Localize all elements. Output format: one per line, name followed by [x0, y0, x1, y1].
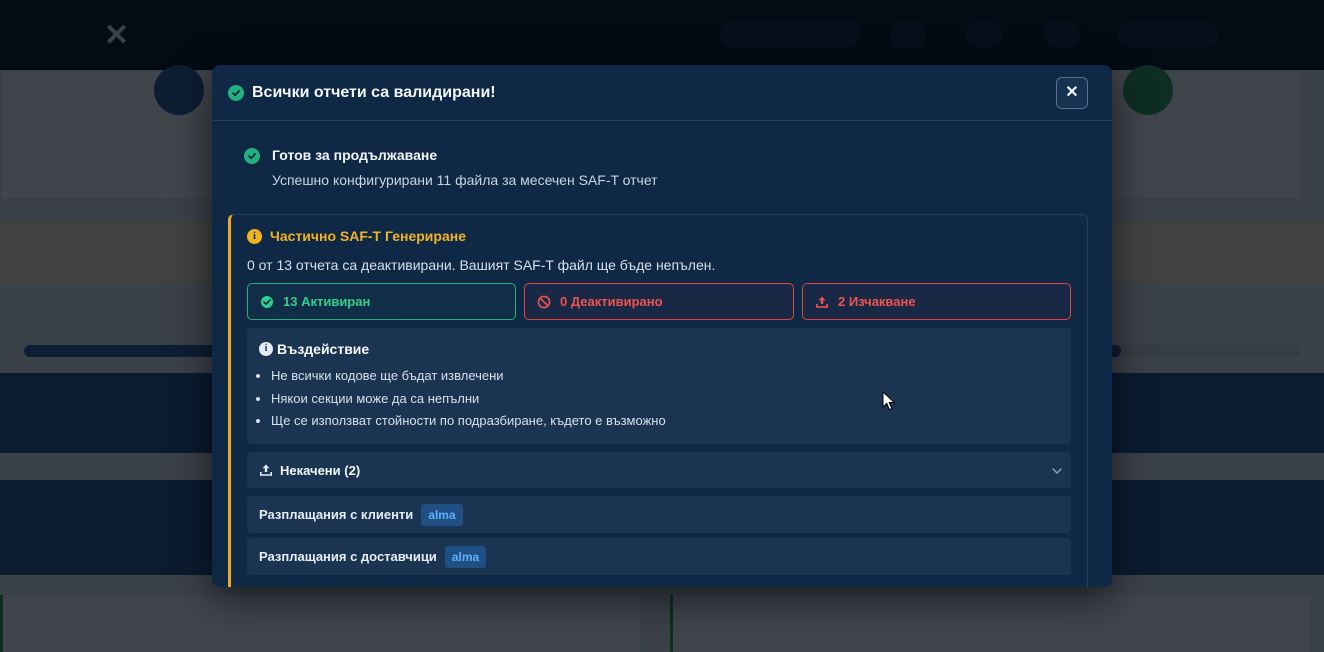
item-tag: alma — [444, 545, 487, 568]
not-uploaded-item: Разплащания с доставчици alma — [247, 538, 1071, 575]
pending-label: 2 Изчакване — [838, 294, 916, 309]
pending-status: 2 Изчакване — [802, 283, 1071, 320]
ready-subtitle: Успешно конфигурирани 11 файла за месече… — [272, 172, 658, 188]
activated-label: 13 Активиран — [283, 294, 371, 309]
mouse-cursor-icon — [882, 391, 896, 411]
upload-icon — [815, 295, 829, 309]
partial-subtitle: 0 от 13 отчета са деактивирани. Вашият S… — [247, 257, 716, 273]
deactivated-status: 0 Деактивирано — [524, 283, 794, 320]
close-button[interactable]: ✕ — [1056, 77, 1088, 109]
partial-generation-card: i Частично SAF-T Генериране 0 от 13 отче… — [228, 214, 1088, 587]
chevron-down-icon[interactable] — [1051, 464, 1063, 476]
impact-section: i Въздействие Не всички кодове ще бъдат … — [247, 328, 1071, 444]
ready-title: Готов за продължаване — [272, 147, 438, 163]
info-icon: i — [259, 342, 273, 356]
item-label: Разплащания с доставчици — [259, 549, 437, 564]
partial-title: Частично SAF-T Генериране — [270, 228, 466, 244]
not-uploaded-title: Некачени (2) — [280, 463, 361, 478]
upload-icon — [259, 463, 273, 477]
check-circle-icon — [228, 85, 244, 101]
check-circle-icon — [244, 148, 260, 164]
not-uploaded-accordion[interactable]: Некачени (2) — [247, 452, 1071, 488]
validation-modal: Всички отчети са валидирани! ✕ Готов за … — [212, 65, 1112, 587]
impact-title: Въздействие — [277, 341, 370, 357]
activated-status: 13 Активиран — [247, 283, 516, 320]
impact-list: Не всички кодове ще бъдат извлечени Няко… — [271, 368, 666, 436]
item-tag: alma — [421, 503, 463, 526]
item-label: Разплащания с клиенти — [259, 507, 414, 522]
modal-title: Всички отчети са валидирани! — [252, 84, 496, 101]
ban-icon — [537, 295, 551, 309]
list-item: Не всички кодове ще бъдат извлечени — [271, 368, 666, 391]
not-uploaded-item: Разплащания с клиенти alma — [247, 496, 1071, 533]
check-circle-icon — [260, 295, 274, 309]
modal-header: Всички отчети са валидирани! ✕ — [212, 65, 1112, 121]
close-icon: ✕ — [1065, 84, 1079, 101]
info-icon: i — [247, 229, 262, 244]
deactivated-label: 0 Деактивирано — [560, 294, 663, 309]
list-item: Ще се използват стойности по подразбиран… — [271, 413, 666, 436]
list-item: Някои секции може да са непълни — [271, 391, 666, 414]
